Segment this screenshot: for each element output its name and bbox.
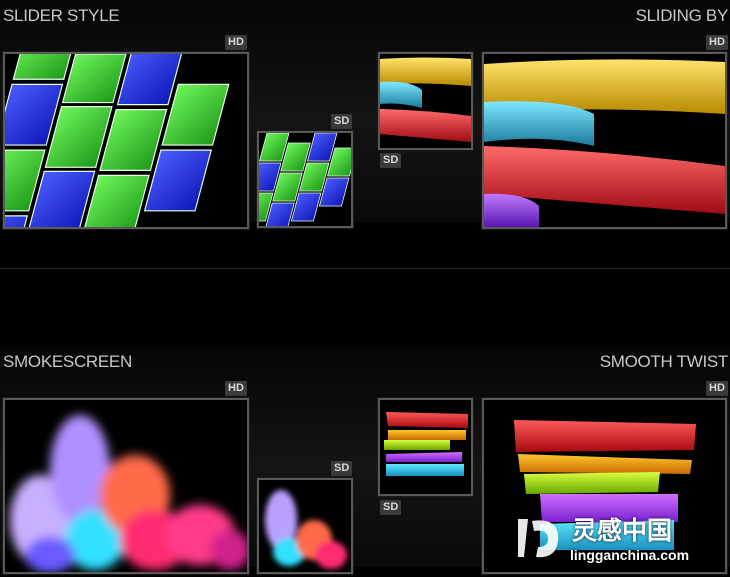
smokescreen-sd-thumbnail bbox=[265, 490, 347, 569]
smokescreen-sd-badge[interactable]: SD bbox=[331, 461, 353, 476]
sliding-by-hd-thumbnail bbox=[484, 59, 725, 227]
smokescreen-hd-badge[interactable]: HD bbox=[225, 381, 247, 396]
smokescreen-title: SMOKESCREEN bbox=[3, 352, 132, 371]
sliding-by-sd-badge[interactable]: SD bbox=[380, 153, 402, 168]
sliding-by-sd-thumbnail bbox=[380, 57, 471, 142]
watermark-url-text: lingganchina.com bbox=[570, 547, 690, 563]
sliding-by-hd-badge[interactable]: HD bbox=[706, 35, 728, 50]
slider-style-sd-badge[interactable]: SD bbox=[331, 114, 353, 129]
row-divider bbox=[0, 268, 730, 269]
smooth-twist-sd-preview[interactable] bbox=[378, 398, 473, 496]
smooth-twist-hd-badge[interactable]: HD bbox=[706, 381, 728, 396]
smooth-twist-sd-thumbnail bbox=[384, 412, 468, 476]
watermark-logo-icon bbox=[518, 519, 559, 558]
smooth-twist-title: SMOOTH TWIST bbox=[599, 352, 729, 371]
smokescreen-hd-preview[interactable] bbox=[3, 398, 249, 574]
slider-style-hd-preview[interactable] bbox=[3, 52, 249, 229]
slider-style-title: SLIDER STYLE bbox=[3, 6, 120, 25]
smokescreen-hd-thumbnail bbox=[10, 415, 247, 572]
slider-style-hd-badge[interactable]: HD bbox=[225, 35, 247, 50]
slider-style-sd-thumbnail bbox=[259, 133, 351, 226]
slider-style-hd-thumbnail bbox=[5, 54, 230, 227]
sliding-by-title: SLIDING BY bbox=[635, 6, 729, 25]
smooth-twist-sd-badge[interactable]: SD bbox=[380, 500, 402, 515]
smokescreen-sd-preview[interactable] bbox=[257, 478, 353, 574]
sliding-by-sd-preview[interactable] bbox=[378, 52, 473, 150]
watermark-chinese-text: 灵感中国 bbox=[572, 517, 673, 545]
slider-style-sd-preview[interactable] bbox=[257, 131, 353, 228]
watermark: 灵感中国 lingganchina.com bbox=[512, 511, 722, 571]
sliding-by-hd-preview[interactable] bbox=[482, 52, 727, 229]
